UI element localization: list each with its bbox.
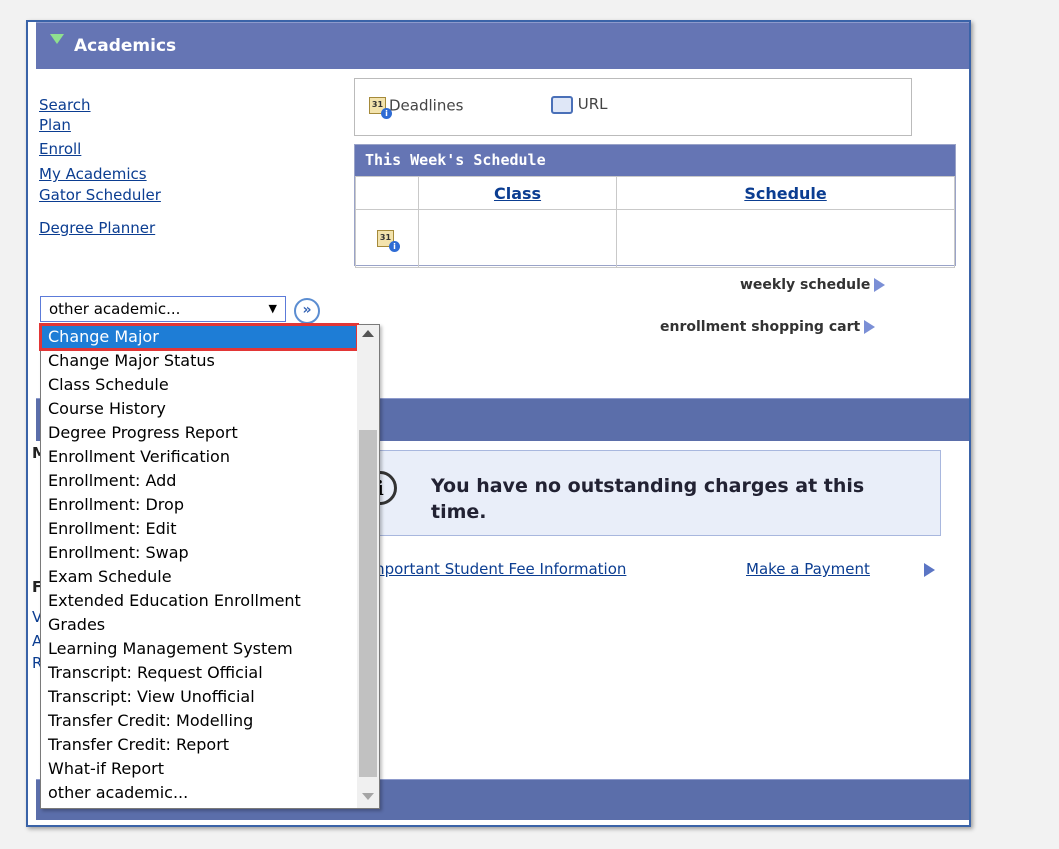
- student-fee-info-link[interactable]: mportant Student Fee Information: [370, 560, 626, 578]
- degree-planner-link[interactable]: Degree Planner: [39, 215, 161, 241]
- collapse-triangle-icon[interactable]: [50, 34, 64, 44]
- schedule-class-cell: [417, 209, 618, 268]
- deadlines-label: Deadlines: [389, 96, 464, 115]
- calendar-icon: 31 i: [369, 95, 392, 119]
- charges-notice: i You have no outstanding charges at thi…: [363, 450, 941, 536]
- option-enrollment-edit[interactable]: Enrollment: Edit: [41, 517, 379, 541]
- shopping-cart-link[interactable]: enrollment shopping cart: [660, 319, 876, 335]
- url-label: URL: [577, 95, 608, 113]
- schedule-title: This Week's Schedule: [355, 145, 955, 176]
- academics-header[interactable]: Academics: [36, 22, 969, 69]
- schedule-time-cell: [616, 209, 955, 268]
- schedule-icon-column-header: [355, 176, 419, 210]
- scroll-up-arrow-icon[interactable]: [362, 330, 374, 337]
- make-payment-link[interactable]: Make a Payment: [746, 560, 870, 578]
- deadlines-button[interactable]: 31 i Deadlines: [369, 95, 464, 119]
- weekly-schedule-label: weekly schedule: [740, 277, 871, 293]
- enroll-link[interactable]: Enroll: [39, 136, 161, 162]
- play-arrow-icon: [874, 278, 886, 292]
- option-exam-schedule[interactable]: Exam Schedule: [41, 565, 379, 589]
- option-extended-education-enrollment[interactable]: Extended Education Enrollment: [41, 589, 379, 613]
- option-enrollment-drop[interactable]: Enrollment: Drop: [41, 493, 379, 517]
- option-enrollment-swap[interactable]: Enrollment: Swap: [41, 541, 379, 565]
- plan-link[interactable]: Plan: [39, 112, 161, 138]
- dropdown-arrow-icon: ▼: [268, 302, 277, 315]
- select-value: other academic...: [49, 300, 181, 318]
- option-transcript-request-official[interactable]: Transcript: Request Official: [41, 661, 379, 685]
- option-transfer-credit-report[interactable]: Transfer Credit: Report: [41, 733, 379, 757]
- weekly-schedule-box: This Week's Schedule Class Schedule 31 i: [354, 144, 956, 268]
- other-academic-select[interactable]: other academic... ▼: [40, 296, 286, 322]
- play-arrow-icon: [864, 320, 876, 334]
- other-academic-dropdown-list: Change Major Change Major Status Class S…: [39, 323, 380, 809]
- option-change-major-status[interactable]: Change Major Status: [41, 349, 379, 373]
- option-change-major[interactable]: Change Major: [39, 323, 359, 351]
- calendar-icon[interactable]: 31 i: [377, 228, 400, 252]
- schedule-column-header[interactable]: Schedule: [616, 176, 955, 210]
- option-transcript-view-unofficial[interactable]: Transcript: View Unofficial: [41, 685, 379, 709]
- shopping-cart-label: enrollment shopping cart: [660, 319, 861, 335]
- option-transfer-credit-modelling[interactable]: Transfer Credit: Modelling: [41, 709, 379, 733]
- academics-links: Search Plan Enroll My Academics Gator Sc…: [39, 92, 161, 241]
- option-other-academic[interactable]: other academic...: [41, 781, 379, 805]
- weekly-schedule-link[interactable]: weekly schedule: [740, 277, 886, 293]
- option-degree-progress-report[interactable]: Degree Progress Report: [41, 421, 379, 445]
- play-arrow-icon[interactable]: [924, 563, 935, 577]
- scroll-thumb[interactable]: [359, 430, 377, 777]
- gator-scheduler-link[interactable]: Gator Scheduler: [39, 182, 161, 208]
- option-course-history[interactable]: Course History: [41, 397, 379, 421]
- academics-toolbar: 31 i Deadlines URL: [354, 78, 912, 136]
- url-button[interactable]: URL: [551, 95, 608, 114]
- dropdown-scrollbar[interactable]: [357, 325, 379, 808]
- option-enrollment-add[interactable]: Enrollment: Add: [41, 469, 379, 493]
- scroll-down-arrow-icon[interactable]: [362, 793, 374, 800]
- option-enrollment-verification[interactable]: Enrollment Verification: [41, 445, 379, 469]
- option-learning-management-system[interactable]: Learning Management System: [41, 637, 379, 661]
- go-button[interactable]: »: [294, 298, 320, 324]
- url-icon: [551, 95, 573, 114]
- option-class-schedule[interactable]: Class Schedule: [41, 373, 379, 397]
- schedule-table: Class Schedule 31 i: [355, 176, 955, 268]
- charges-message: You have no outstanding charges at this …: [431, 475, 865, 523]
- academics-title: Academics: [74, 36, 177, 56]
- option-grades[interactable]: Grades: [41, 613, 379, 637]
- class-column-header[interactable]: Class: [417, 176, 618, 210]
- schedule-row-icon-cell: 31 i: [355, 209, 419, 268]
- option-what-if-report[interactable]: What-if Report: [41, 757, 379, 781]
- academics-panel: Academics Search Plan Enroll My Academic…: [26, 20, 971, 827]
